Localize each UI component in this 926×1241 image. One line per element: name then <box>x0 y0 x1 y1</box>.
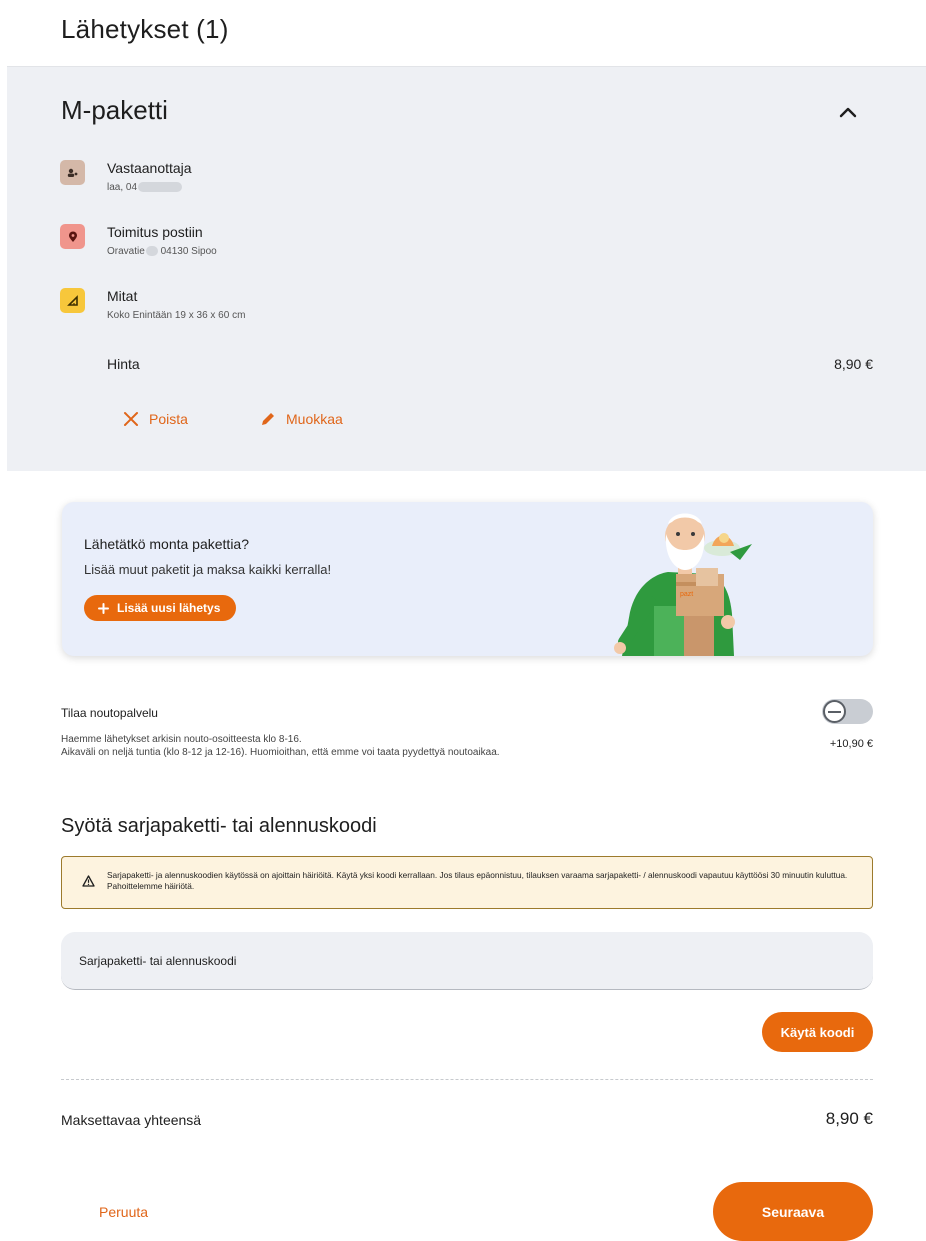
pickup-price: +10,90 € <box>829 738 873 750</box>
warning-icon <box>82 875 95 887</box>
pickup-desc-line1: Haemme lähetykset arkisin nouto-osoittee… <box>61 734 302 745</box>
close-icon <box>124 412 138 426</box>
delivery-label: Toimitus postiin <box>107 224 203 240</box>
price-label: Hinta <box>107 356 140 372</box>
person-icon <box>60 160 85 185</box>
chevron-up-icon <box>839 107 857 118</box>
next-button[interactable]: Seuraava <box>713 1182 873 1241</box>
shipment-card: M-paketti Vastaanottaja laa, 04 Toimitus… <box>7 66 926 471</box>
shipment-title: M-paketti <box>61 95 168 125</box>
box-label: pazt <box>680 591 693 598</box>
pickup-title: Tilaa noutopalvelu <box>61 706 158 720</box>
dimensions-detail: Koko Enintään 19 x 36 x 60 cm <box>107 310 246 321</box>
total-value: 8,90 € <box>825 1109 873 1128</box>
discount-heading: Syötä sarjapaketti- tai alennuskoodi <box>61 815 377 837</box>
pickup-desc-line2: Aikaväli on neljä tuntia (klo 8-12 ja 12… <box>61 747 500 758</box>
promo-title: Lähetätkö monta pakettia? <box>84 536 250 552</box>
location-pin-icon <box>60 224 85 249</box>
add-shipment-label: Lisää uusi lähetys <box>117 601 221 615</box>
apply-code-button[interactable]: Käytä koodi <box>762 1012 873 1052</box>
pickup-toggle[interactable] <box>822 699 873 724</box>
plus-icon <box>98 602 109 614</box>
price-value: 8,90 € <box>834 356 873 372</box>
warning-text: Sarjapaketti- ja alennuskoodien käytössä… <box>107 870 848 891</box>
toggle-off-icon <box>823 700 846 723</box>
discount-code-input[interactable] <box>61 932 873 990</box>
remove-label: Poista <box>149 411 188 427</box>
remove-button[interactable]: Poista <box>123 411 188 427</box>
cancel-button[interactable]: Peruuta <box>99 1204 148 1220</box>
delivery-detail: Oravatie 04130 Sipoo <box>107 246 217 257</box>
total-label: Maksettavaa yhteensä <box>61 1112 202 1128</box>
redacted-address <box>145 246 158 257</box>
collapse-button[interactable] <box>833 97 863 127</box>
add-shipment-button[interactable]: Lisää uusi lähetys <box>84 595 237 621</box>
pickup-description: Haemme lähetykset arkisin nouto-osoittee… <box>61 733 500 759</box>
dashed-divider <box>61 1079 873 1080</box>
recipient-label: Vastaanottaja <box>107 160 192 176</box>
dimensions-label: Mitat <box>107 288 138 304</box>
courier-illustration: pazt <box>614 513 752 656</box>
page-title: Lähetykset (1) <box>61 14 229 44</box>
recipient-detail: laa, 04 <box>107 182 183 193</box>
edit-label: Muokkaa <box>286 411 343 427</box>
promo-card: Lähetätkö monta pakettia? Lisää muut pak… <box>62 502 873 656</box>
pencil-icon <box>262 413 274 425</box>
redacted-phone <box>138 182 183 193</box>
promo-text: Lisää muut paketit ja maksa kaikki kerra… <box>84 562 332 577</box>
warning-notice: Sarjapaketti- ja alennuskoodien käytössä… <box>61 856 873 909</box>
ruler-icon <box>60 288 85 313</box>
edit-button[interactable]: Muokkaa <box>260 411 343 427</box>
